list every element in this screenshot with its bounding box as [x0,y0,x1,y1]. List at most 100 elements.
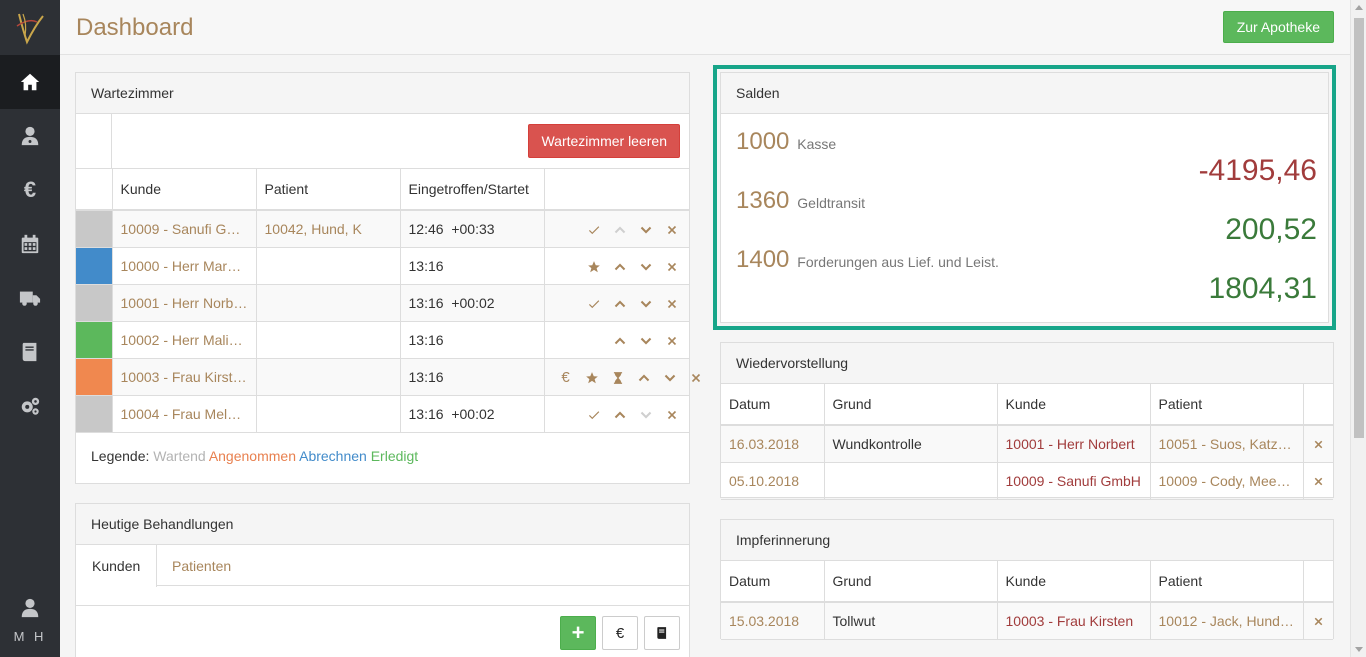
user-md-icon [21,126,39,146]
chevron-up-icon[interactable] [607,332,633,349]
close-icon[interactable] [659,295,685,312]
page-scrollbar[interactable] [1350,0,1366,657]
close-icon[interactable] [659,221,685,238]
col-datum[interactable]: Datum [721,561,825,603]
book-icon [657,627,667,639]
table-row[interactable]: 05.10.2018 10009 - Sanufi GmbH 10009 - C… [721,462,1333,500]
table-row[interactable]: 15.03.2018 Tollwut 10003 - Frau Kirsten … [721,602,1333,640]
chevron-up-icon[interactable] [607,406,633,423]
check-icon[interactable] [581,221,607,238]
patient-link[interactable]: 10051 - Suos, Katze, K [1150,425,1304,463]
table-row[interactable]: 10003 - Frau Kirsten 13:16 € [76,358,700,396]
scroll-thumb[interactable] [1354,18,1364,438]
wartezimmer-toolbar: Wartezimmer leeren [76,114,689,169]
table-row[interactable]: 16.03.2018 Wundkontrolle 10001 - Herr No… [721,425,1333,463]
patient-link[interactable]: 10009 - Cody, Meerschweinchen [1150,462,1304,500]
patient-link[interactable]: 10042, Hund, K [256,210,401,248]
col-datum[interactable]: Datum [721,384,825,426]
arrival-time: 13:16 [400,247,545,285]
datum-link[interactable]: 15.03.2018 [721,602,825,640]
status-indicator [76,358,113,396]
chevron-up-icon[interactable] [607,295,633,312]
kunde-link[interactable]: 10000 - Herr Markus [112,247,257,285]
nav-calendar[interactable] [0,217,60,271]
clear-waiting-room-button[interactable]: Wartezimmer leeren [528,124,680,158]
star-icon[interactable] [581,258,607,275]
grund-cell: Tollwut [824,602,998,640]
close-icon[interactable] [1312,472,1325,489]
topbar: Dashboard Zur Apotheke [60,0,1350,55]
table-row[interactable]: 10001 - Herr Norbert 13:16 +00:02 [76,284,689,322]
user-menu[interactable]: M H [0,585,60,657]
book-button[interactable] [644,616,680,650]
kunde-link[interactable]: 10003 - Frau Kirsten [997,602,1151,640]
nav-customers[interactable] [0,109,60,163]
datum-link[interactable]: 05.10.2018 [721,462,825,500]
close-icon[interactable] [659,406,685,423]
scroll-up-icon[interactable] [1355,5,1363,10]
chevron-down-icon[interactable] [633,295,659,312]
patient-link[interactable] [256,358,401,396]
star-icon[interactable] [579,369,605,386]
add-button[interactable]: + [560,616,596,650]
close-icon[interactable] [659,332,685,349]
check-icon[interactable] [581,295,607,312]
chevron-down-icon[interactable] [633,221,659,238]
remove-cell [1303,425,1333,463]
col-grund[interactable]: Grund [824,561,998,603]
euro-icon[interactable]: € [553,369,579,386]
kunde-link[interactable]: 10009 - Sanufi GmbH [997,462,1151,500]
patient-link[interactable] [256,321,401,359]
datum-link[interactable]: 16.03.2018 [721,425,825,463]
chevron-up-icon[interactable] [631,369,657,386]
kunde-link[interactable]: 10009 - Sanufi GmbH [112,210,257,248]
kunde-link[interactable]: 10004 - Frau Melanie [112,395,257,433]
tab-kunden[interactable]: Kunden [76,545,158,587]
status-indicator [76,247,113,285]
kunde-link[interactable]: 10001 - Herr Norbert [112,284,257,322]
close-icon[interactable] [659,258,685,275]
patient-link[interactable] [256,395,401,433]
close-icon[interactable] [683,369,709,386]
nav-finance[interactable]: € [0,163,60,217]
col-patient[interactable]: Patient [256,169,401,211]
nav-home[interactable] [0,55,60,109]
patient-link[interactable] [256,247,401,285]
scroll-down-icon[interactable] [1355,647,1363,652]
chevron-up-icon[interactable] [607,258,633,275]
col-kunde[interactable]: Kunde [112,169,257,211]
chevron-down-icon[interactable] [657,369,683,386]
kunde-link[interactable]: 10002 - Herr Malik Özil [112,321,257,359]
hourglass-icon[interactable] [605,369,631,386]
table-row[interactable]: 10004 - Frau Melanie 13:16 +00:02 [76,395,689,433]
chevron-down-icon[interactable] [633,258,659,275]
col-kunde[interactable]: Kunde [997,384,1151,426]
app-logo[interactable] [0,0,60,55]
patient-link[interactable]: 10012 - Jack, Hund, M [1150,602,1304,640]
table-row[interactable]: 10009 - Sanufi GmbH 10042, Hund, K 12:46… [76,210,689,248]
patient-link[interactable] [256,284,401,322]
col-eingetroffen[interactable]: Eingetroffen/Startet [400,169,545,211]
heutige-title: Heutige Behandlungen [76,504,689,545]
col-kunde[interactable]: Kunde [997,561,1151,603]
col-patient[interactable]: Patient [1150,561,1304,603]
table-row[interactable]: 10002 - Herr Malik Özil 13:16 [76,321,689,359]
heutige-actions: + € [560,616,680,650]
close-icon[interactable] [1312,612,1325,629]
nav-delivery[interactable] [0,271,60,325]
status-indicator [76,321,113,359]
col-grund[interactable]: Grund [824,384,998,426]
nav-book[interactable] [0,325,60,379]
check-icon[interactable] [581,406,607,423]
kunde-link[interactable]: 10001 - Herr Norbert [997,425,1151,463]
kunde-link[interactable]: 10003 - Frau Kirsten [112,358,257,396]
row-actions [544,210,689,248]
col-patient[interactable]: Patient [1150,384,1304,426]
chevron-down-icon[interactable] [633,332,659,349]
billing-button[interactable]: € [602,616,638,650]
nav-settings[interactable] [0,379,60,433]
tab-patienten[interactable]: Patienten [156,545,247,586]
table-row[interactable]: 10000 - Herr Markus 13:16 [76,247,689,285]
close-icon[interactable] [1312,435,1325,452]
apotheke-button[interactable]: Zur Apotheke [1222,11,1334,43]
